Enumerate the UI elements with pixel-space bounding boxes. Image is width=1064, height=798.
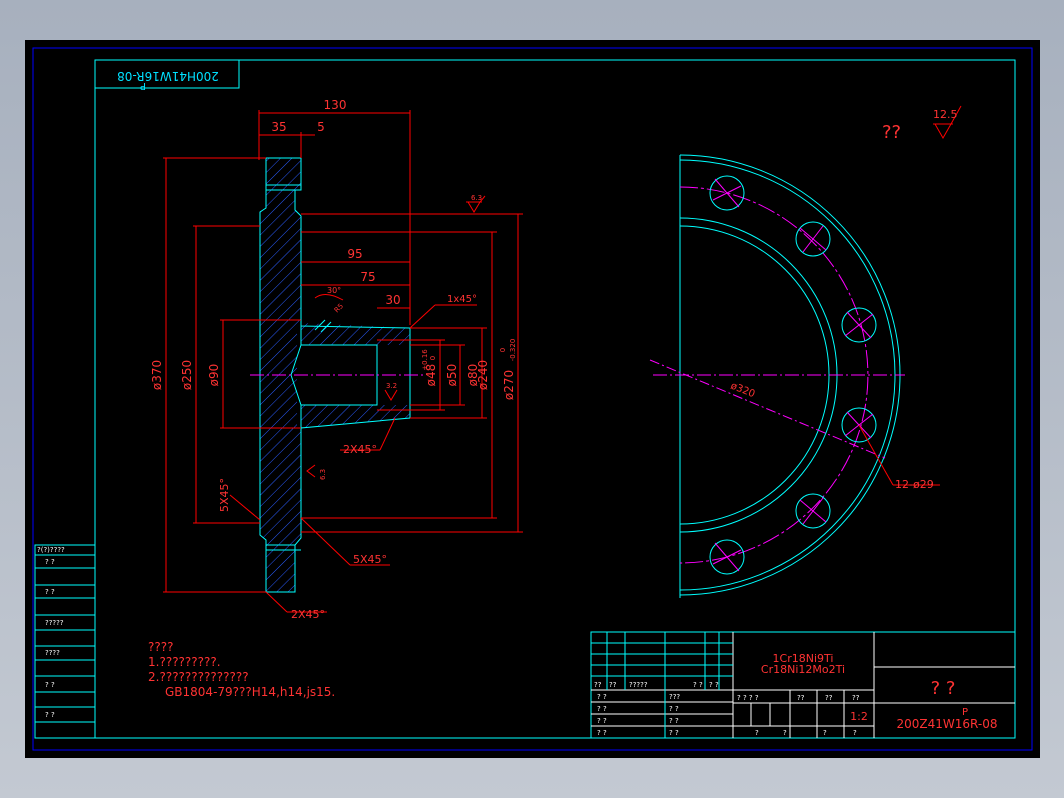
dim-2x45-bottom: 2X45° xyxy=(291,608,325,621)
inner-frame xyxy=(94,59,1016,739)
dim-pcd-320: ø320 xyxy=(729,381,757,401)
tb-foot: ? xyxy=(755,729,759,737)
tb-foot: ? xyxy=(823,729,827,737)
tb-row-label: ? ? xyxy=(597,705,607,713)
left-table-row: ? ? xyxy=(45,588,55,596)
half-flange-view: ø320 12-ø29 xyxy=(649,154,940,598)
notes-line-1: 1.?????????. xyxy=(148,655,221,669)
dimensions: 130 35 5 95 75 30 1x45° 30° R5 ø370 ø250… xyxy=(150,98,523,621)
rough-3-2: 3.2 xyxy=(386,382,397,390)
part-code: 200Z41W16R-08 xyxy=(897,717,998,731)
dim-75: 75 xyxy=(360,270,375,284)
dim-holes: 12-ø29 xyxy=(895,478,934,491)
cad-drawing-viewport[interactable]: 200H41W16R-08 P 130 35 5 95 75 30 1x45° … xyxy=(25,40,1040,758)
tb-row-label-mid: ??? xyxy=(669,693,680,701)
dim-d48-tol-up: +0.16 xyxy=(421,349,429,371)
tb-row-label: ? ? xyxy=(597,717,607,725)
tb-row-label-mid: ? ? xyxy=(669,717,679,725)
left-table-row: ? ? xyxy=(45,558,55,566)
dim-95: 95 xyxy=(347,247,362,261)
global-roughness: ?? 12.5 xyxy=(882,105,962,143)
dim-2x45-mid: 2X45° xyxy=(343,443,377,456)
tb-hdr: ?? xyxy=(594,681,602,689)
rough-6-3-side: 6.3 xyxy=(319,469,327,480)
dim-d50: ø50 xyxy=(445,364,459,387)
tb-foot: ? xyxy=(853,729,857,737)
title-block: ?? ?? ????? ? ? ? ? ? ? ? ? ? ? ? ? ??? … xyxy=(590,631,1016,739)
tb-row-label: ? ? xyxy=(597,693,607,701)
tb-hdr: ? ? xyxy=(693,681,703,689)
outer-frame xyxy=(32,47,1033,751)
drawing-sheet: 200H41W16R-08 P 130 35 5 95 75 30 1x45° … xyxy=(32,47,1033,751)
tb-hdr-right: ? ? ? ? xyxy=(737,694,759,702)
left-table-row: ???? xyxy=(45,649,60,657)
stamp-sub: P xyxy=(140,80,146,91)
left-table-row: ? ? xyxy=(45,711,55,719)
dim-5x45: 5X45° xyxy=(353,553,387,566)
tb-hdr: ? ? xyxy=(709,681,719,689)
dim-5x45-left: 5X45° xyxy=(218,478,231,512)
left-table-header: ?(?)???? xyxy=(37,546,65,554)
technical-notes: ???? 1.?????????. 2.?????????????? GB180… xyxy=(148,640,335,699)
tb-hdr: ?? xyxy=(609,681,617,689)
notes-line-3: GB1804-79???H14,h14,js15. xyxy=(165,685,335,699)
dim-d48-tol-lo: 0 xyxy=(429,356,437,360)
left-side-table: ?(?)???? ? ? ? ? ????? ???? ? ? ? ? xyxy=(34,544,96,739)
left-table-row: ????? xyxy=(45,619,64,627)
notes-line-2: 2.?????????????? xyxy=(148,670,249,684)
dim-30: 30 xyxy=(385,293,400,307)
scale: 1:2 xyxy=(850,710,868,723)
dim-35: 35 xyxy=(271,120,286,134)
rough-6-3-top: 6.3 xyxy=(471,194,482,202)
tb-foot: ? xyxy=(783,729,787,737)
dim-5: 5 xyxy=(317,120,325,134)
tb-row-label: ? ? xyxy=(597,729,607,737)
part-name: ? ? xyxy=(931,678,956,699)
rotated-stamp: 200H41W16R-08 P xyxy=(95,60,240,91)
dim-d370: ø370 xyxy=(150,360,164,390)
dim-d270-tol-up: 0 xyxy=(499,348,507,352)
dim-d250: ø250 xyxy=(180,360,194,390)
dim-r5: R5 xyxy=(333,302,345,314)
tb-row-label-mid: ? ? xyxy=(669,729,679,737)
roughness-marks: ?? xyxy=(882,122,901,143)
roughness-value: 12.5 xyxy=(933,108,958,121)
tb-hdr-right: ?? xyxy=(797,694,805,702)
tb-hdr-right: ?? xyxy=(852,694,860,702)
notes-heading: ???? xyxy=(148,640,173,654)
dim-d270-tol-lo: -0.320 xyxy=(509,339,517,362)
hub-lower-hatch xyxy=(301,405,410,428)
section-view xyxy=(250,157,425,593)
tb-hdr: ????? xyxy=(629,681,648,689)
material-2: Cr18Ni12Mo2Ti xyxy=(761,663,845,676)
dim-d90: ø90 xyxy=(207,364,221,387)
dim-130: 130 xyxy=(324,98,347,112)
tb-hdr-right: ?? xyxy=(825,694,833,702)
tb-row-label-mid: ? ? xyxy=(669,705,679,713)
dim-d270: ø270 xyxy=(502,370,516,400)
dim-1x45: 1x45° xyxy=(447,294,477,305)
dim-angle: 30° xyxy=(327,286,341,295)
left-table-row: ? ? xyxy=(45,681,55,689)
dim-d240: ø240 xyxy=(476,360,490,390)
stamp-code: 200H41W16R-08 xyxy=(117,69,219,83)
